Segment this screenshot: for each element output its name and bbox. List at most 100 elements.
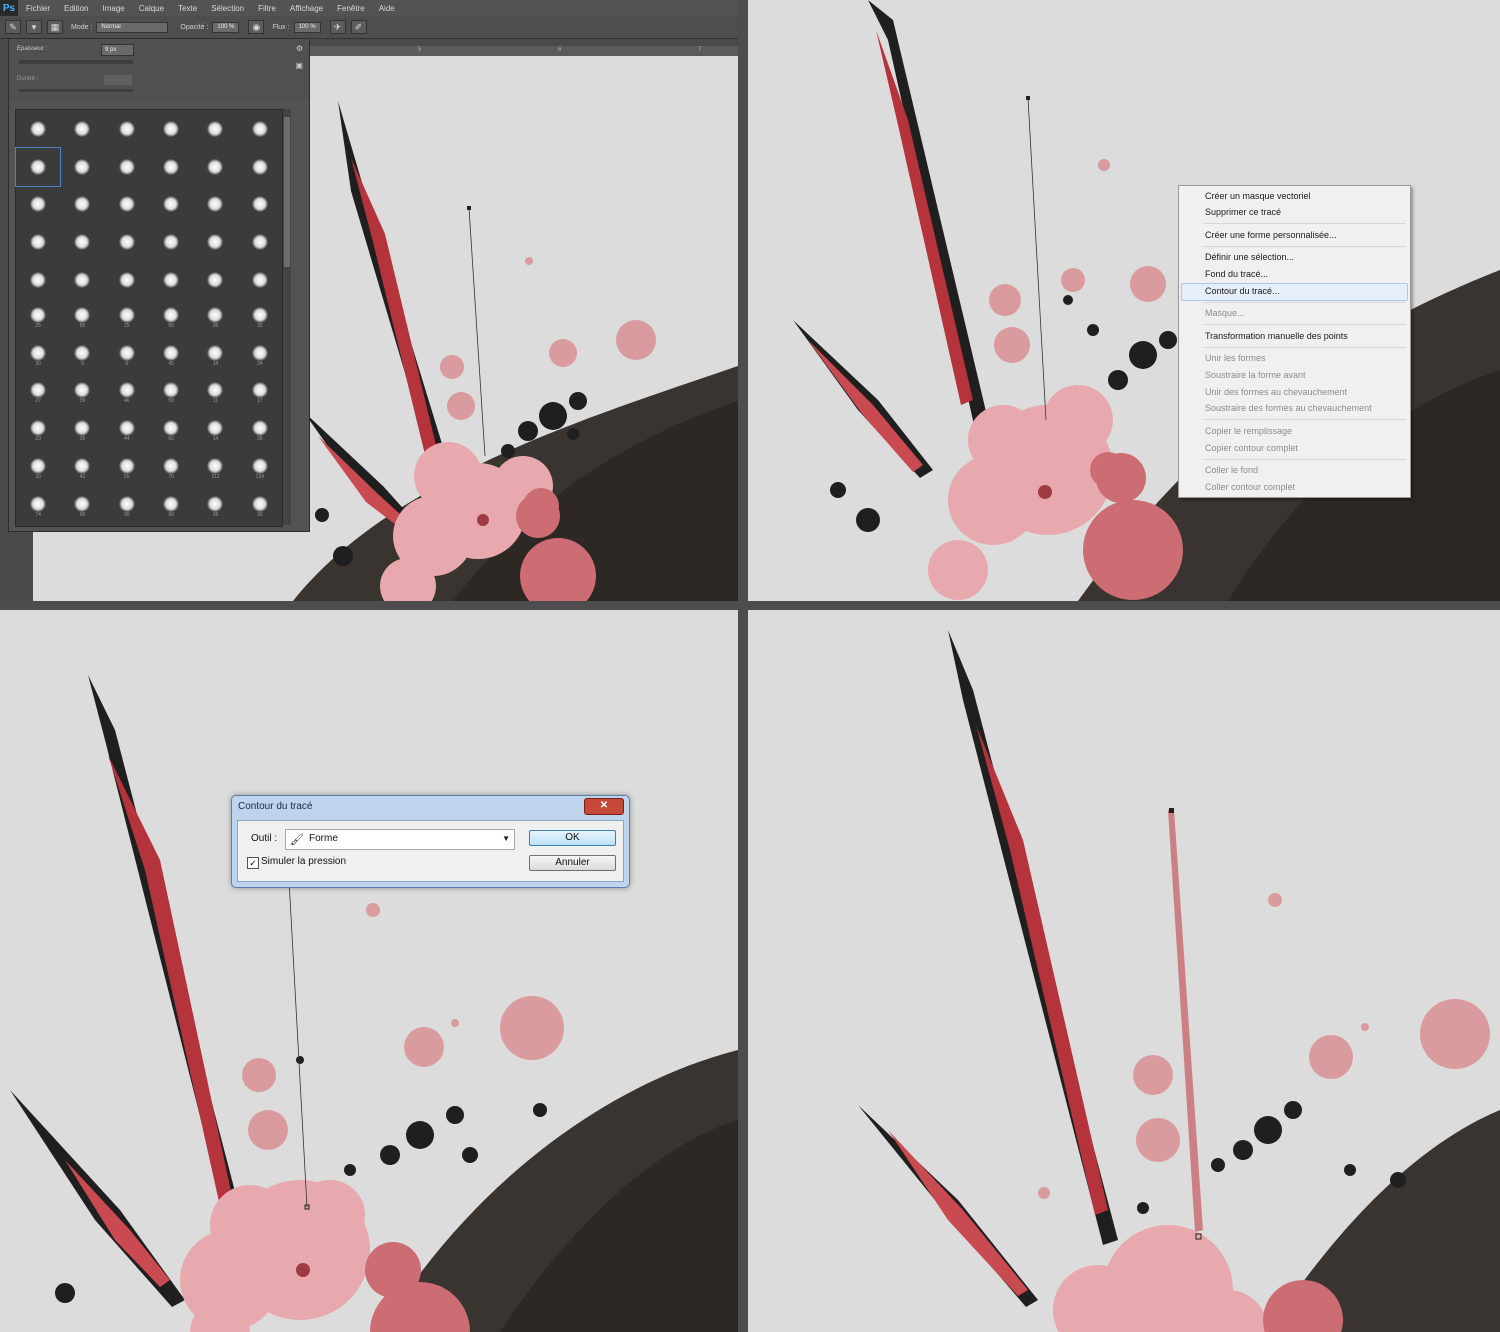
brush-preset[interactable]	[193, 261, 237, 299]
brush-preset[interactable]	[105, 186, 149, 224]
brush-preset[interactable]	[149, 110, 193, 148]
menu-item-fond-trace[interactable]: Fond du tracé...	[1205, 267, 1268, 281]
brush-preset[interactable]: 30	[16, 337, 60, 375]
brush-preset[interactable]	[105, 148, 149, 186]
brush-panel-toggle-icon[interactable]: ▦	[47, 20, 63, 34]
brush-preset[interactable]: 90	[149, 488, 193, 526]
brush-preset[interactable]: 134	[238, 450, 282, 488]
brush-preset[interactable]	[60, 148, 104, 186]
brush-preset[interactable]: 44	[105, 412, 149, 450]
mode-select[interactable]: Normal	[96, 21, 169, 33]
brush-preset[interactable]: 23	[16, 412, 60, 450]
brush-preset[interactable]	[60, 186, 104, 224]
menu-aide[interactable]: Aide	[379, 4, 395, 13]
brush-preset[interactable]: 9	[60, 337, 104, 375]
brush-preset[interactable]: 11	[193, 375, 237, 413]
brush-preset[interactable]	[149, 223, 193, 261]
menu-selection[interactable]: Sélection	[211, 4, 244, 13]
brush-preset[interactable]: 59	[149, 375, 193, 413]
menu-item-transformation-manuelle[interactable]: Transformation manuelle des points	[1205, 329, 1348, 343]
brush-preset[interactable]: 112	[193, 450, 237, 488]
brush-preset[interactable]	[238, 223, 282, 261]
menu-edition[interactable]: Edition	[64, 4, 88, 13]
tool-select[interactable]: 🖌 Forme ▼	[285, 829, 515, 850]
menu-affichage[interactable]: Affichage	[290, 4, 323, 13]
brush-preset[interactable]	[16, 110, 60, 148]
menu-fenetre[interactable]: Fenêtre	[337, 4, 365, 13]
close-icon[interactable]: ✕	[584, 798, 624, 815]
brush-preset[interactable]: 9	[105, 337, 149, 375]
brush-preset[interactable]: 36	[238, 488, 282, 526]
brush-preset[interactable]	[238, 261, 282, 299]
brush-preset[interactable]: 30	[238, 299, 282, 337]
brush-preset[interactable]	[14, 146, 62, 187]
menu-item-supprimer-trace[interactable]: Supprimer ce tracé	[1205, 205, 1281, 219]
brush-preset[interactable]: 42	[60, 450, 104, 488]
brush-preset[interactable]: 17	[238, 375, 282, 413]
brush-preset[interactable]: 36	[193, 488, 237, 526]
opacity-input[interactable]: 100 %	[212, 21, 240, 33]
brush-preset[interactable]	[16, 186, 60, 224]
brush-preset[interactable]	[16, 223, 60, 261]
brush-preset[interactable]: 24	[238, 337, 282, 375]
size-slider[interactable]	[19, 60, 133, 64]
brush-preset[interactable]	[149, 148, 193, 186]
brush-preset[interactable]	[193, 223, 237, 261]
brush-preset[interactable]	[193, 186, 237, 224]
brush-preset-picker[interactable]: ▾	[26, 20, 42, 34]
menu-item-contour-trace[interactable]: Contour du tracé...	[1205, 284, 1280, 298]
brush-preset[interactable]: 70	[149, 450, 193, 488]
new-preset-icon[interactable]: ▣	[295, 61, 303, 70]
brush-preset[interactable]: 95	[60, 488, 104, 526]
airbrush-icon[interactable]: ✈	[329, 20, 346, 34]
brush-preset[interactable]: 95	[105, 488, 149, 526]
brush-preset[interactable]	[238, 110, 282, 148]
brush-preset[interactable]	[105, 261, 149, 299]
brush-preset[interactable]: 45	[149, 337, 193, 375]
brush-preset[interactable]: 14	[193, 412, 237, 450]
menu-texte[interactable]: Texte	[178, 4, 197, 13]
size-input[interactable]: 9 px	[101, 44, 134, 56]
brush-preset[interactable]	[60, 110, 104, 148]
brush-preset[interactable]	[193, 148, 237, 186]
brush-preset[interactable]: 50	[149, 299, 193, 337]
brush-preset[interactable]	[105, 110, 149, 148]
pressure-size-icon[interactable]: ✐	[350, 20, 367, 34]
brush-preset[interactable]: 36	[193, 299, 237, 337]
brush-preset[interactable]	[193, 110, 237, 148]
menu-image[interactable]: Image	[102, 4, 124, 13]
brush-tool-icon[interactable]: ✎	[5, 20, 21, 34]
menu-filtre[interactable]: Filtre	[258, 4, 276, 13]
brush-preset[interactable]	[60, 261, 104, 299]
brush-preset[interactable]: 39	[60, 375, 104, 413]
brush-preset[interactable]: 27	[16, 375, 60, 413]
brush-preset[interactable]: 46	[105, 375, 149, 413]
brush-preset[interactable]: 26	[238, 412, 282, 450]
brush-preset[interactable]: 25	[105, 299, 149, 337]
pressure-opacity-icon[interactable]: ◉	[248, 20, 265, 34]
brush-preset[interactable]: 74	[16, 488, 60, 526]
menu-calque[interactable]: Calque	[139, 4, 164, 13]
flow-input[interactable]: 100 %	[293, 21, 321, 33]
ok-button[interactable]: OK	[529, 830, 616, 846]
brush-preset[interactable]: 60	[149, 412, 193, 450]
brush-preset[interactable]	[238, 186, 282, 224]
brush-grid-scrollbar[interactable]	[283, 109, 291, 525]
brush-preset[interactable]: 25	[16, 299, 60, 337]
menu-item-creer-forme-personnalisee[interactable]: Créer une forme personnalisée...	[1205, 228, 1337, 242]
brush-preset[interactable]	[105, 223, 149, 261]
scrollbar-thumb[interactable]	[284, 117, 290, 267]
gear-icon[interactable]: ⚙	[296, 44, 303, 53]
brush-preset[interactable]	[238, 148, 282, 186]
brush-preset[interactable]	[60, 223, 104, 261]
brush-preset[interactable]: 14	[193, 337, 237, 375]
brush-preset[interactable]: 55	[105, 450, 149, 488]
brush-preset[interactable]	[149, 261, 193, 299]
brush-preset[interactable]: 36	[60, 412, 104, 450]
brush-preset[interactable]: 33	[16, 450, 60, 488]
brush-preset[interactable]	[16, 261, 60, 299]
brush-preset[interactable]: 50	[60, 299, 104, 337]
brush-preset[interactable]	[149, 186, 193, 224]
cancel-button[interactable]: Annuler	[529, 855, 616, 871]
hardness-input[interactable]	[104, 75, 132, 85]
